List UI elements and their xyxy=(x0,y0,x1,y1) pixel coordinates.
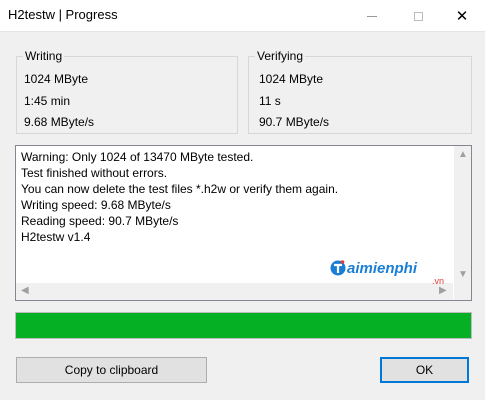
maximize-icon xyxy=(413,11,423,21)
verifying-time: 11 s xyxy=(259,94,281,108)
scroll-left-icon[interactable]: ◀ xyxy=(21,286,29,296)
writing-speed: 9.68 MByte/s xyxy=(24,115,95,129)
close-icon: ✕ xyxy=(455,8,469,25)
log-line: Warning: Only 1024 of 13470 MByte tested… xyxy=(21,150,254,164)
log-line: Test finished without errors. xyxy=(21,166,168,180)
scroll-right-icon[interactable]: ▶ xyxy=(439,286,447,296)
log-textbox[interactable]: Warning: Only 1024 of 13470 MByte tested… xyxy=(15,145,472,301)
minimize-button[interactable] xyxy=(349,0,395,32)
horizontal-scrollbar[interactable]: ◀ ▶ xyxy=(16,283,453,300)
ok-button[interactable]: OK xyxy=(380,357,469,383)
writing-group: Writing 1024 MByte 1:45 min 9.68 MByte/s xyxy=(16,49,238,134)
close-button[interactable]: ✕ xyxy=(439,0,485,32)
verifying-group: Verifying 1024 MByte 11 s 90.7 MByte/s xyxy=(248,49,472,134)
window-title: H2testw | Progress xyxy=(8,7,118,22)
title-bar: H2testw | Progress ✕ xyxy=(0,0,485,32)
taimienphi-logo-icon xyxy=(330,260,346,276)
verifying-size: 1024 MByte xyxy=(259,72,324,86)
log-line: Writing speed: 9.68 MByte/s xyxy=(21,198,171,212)
progress-bar xyxy=(15,312,472,339)
scrollbar-corner xyxy=(454,283,471,300)
log-line: You can now delete the test files *.h2w … xyxy=(21,182,339,196)
log-line: H2testw v1.4 xyxy=(21,230,91,244)
copy-to-clipboard-button[interactable]: Copy to clipboard xyxy=(16,357,207,383)
vertical-scrollbar[interactable]: ▲ ▼ xyxy=(454,146,471,283)
verifying-speed: 90.7 MByte/s xyxy=(259,115,330,129)
verifying-group-title: Verifying xyxy=(255,49,306,63)
log-lines: Warning: Only 1024 of 13470 MByte tested… xyxy=(21,149,338,245)
writing-size: 1024 MByte xyxy=(24,72,89,86)
writing-time: 1:45 min xyxy=(24,94,71,108)
log-line: Reading speed: 90.7 MByte/s xyxy=(21,214,179,228)
scroll-up-icon[interactable]: ▲ xyxy=(458,150,468,160)
maximize-button[interactable] xyxy=(395,0,441,32)
watermark-brand: aimienphi xyxy=(347,260,418,277)
progress-fill xyxy=(16,313,471,338)
watermark-suffix: .vn xyxy=(432,276,445,286)
scroll-down-icon[interactable]: ▼ xyxy=(458,270,468,280)
writing-group-title: Writing xyxy=(23,49,65,63)
minimize-icon xyxy=(367,15,377,17)
